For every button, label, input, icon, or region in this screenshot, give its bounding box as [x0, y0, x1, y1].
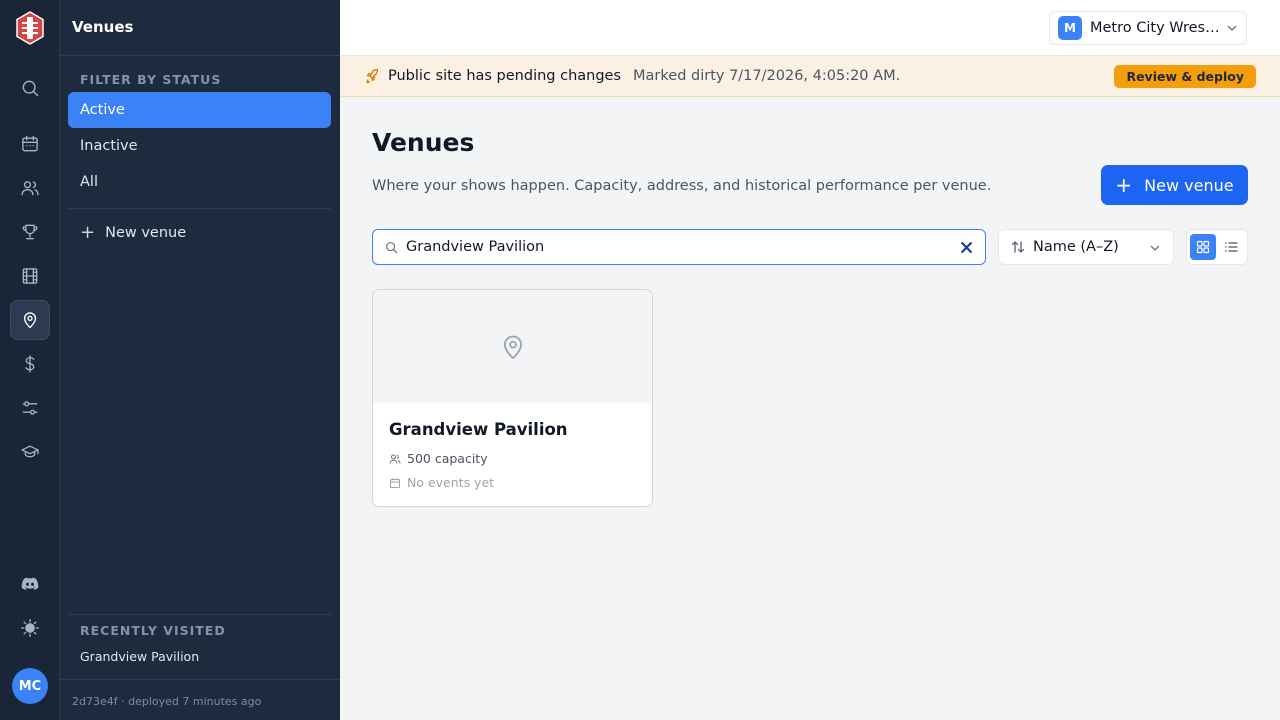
map-pin-icon[interactable] — [10, 300, 50, 340]
sidebar-new-venue-label: New venue — [105, 225, 187, 241]
page-title: Venues — [372, 128, 475, 157]
sidebar-title: Venues — [72, 18, 134, 36]
org-name: Metro City Wrestling — [1090, 20, 1220, 36]
search-icon — [385, 241, 398, 253]
rocket-icon — [366, 68, 379, 84]
users-icon[interactable] — [10, 168, 50, 208]
list-view-button[interactable] — [1218, 234, 1244, 260]
grid-icon — [1196, 240, 1210, 254]
venues-sidebar: Venues FILTER BY STATUS Active Inactive … — [60, 0, 340, 720]
deploy-footer: 2d73e4f · deployed 7 minutes ago — [72, 695, 262, 708]
discord-icon[interactable] — [10, 564, 50, 604]
sliders-icon[interactable] — [10, 388, 50, 428]
filter-all[interactable]: All — [68, 164, 331, 200]
filter-heading: FILTER BY STATUS — [80, 72, 222, 87]
map-pin-icon — [503, 335, 522, 359]
venue-card[interactable]: Grandview Pavilion 500 capacity No event… — [372, 289, 653, 507]
sort-select[interactable]: Name (A–Z) — [998, 229, 1174, 265]
trophy-icon[interactable] — [10, 212, 50, 252]
venue-capacity-text: 500 capacity — [407, 451, 488, 466]
plus-icon: + — [1115, 173, 1133, 197]
app-logo-icon[interactable] — [15, 11, 45, 45]
grid-view-button[interactable] — [1190, 234, 1216, 260]
new-venue-button[interactable]: + New venue — [1101, 165, 1248, 205]
user-avatar[interactable]: MC — [12, 668, 48, 704]
sidebar-divider — [60, 55, 340, 56]
filter-active[interactable]: Active — [68, 92, 331, 128]
new-venue-label: New venue — [1144, 175, 1234, 195]
venue-card-image — [373, 290, 652, 403]
venue-name: Grandview Pavilion — [389, 420, 568, 439]
icon-rail: MC — [0, 0, 60, 720]
sidebar-divider — [68, 614, 331, 615]
pending-changes-banner: Public site has pending changes Marked d… — [340, 56, 1280, 97]
sidebar-divider — [68, 208, 331, 209]
sort-label: Name (A–Z) — [1033, 239, 1119, 255]
recent-heading: RECENTLY VISITED — [80, 623, 226, 638]
venue-events: No events yet — [389, 475, 494, 490]
page-subtitle: Where your shows happen. Capacity, addre… — [372, 178, 992, 194]
chevron-down-icon — [1150, 245, 1160, 251]
users-icon — [389, 454, 401, 464]
top-bar: M Metro City Wrestling — [340, 0, 1280, 56]
venue-capacity: 500 capacity — [389, 451, 488, 466]
sidebar-divider — [60, 679, 340, 680]
venue-events-text: No events yet — [407, 475, 495, 490]
list-icon — [1224, 242, 1238, 252]
close-icon[interactable] — [960, 241, 973, 254]
search-icon[interactable] — [10, 68, 50, 108]
recent-item-grandview[interactable]: Grandview Pavilion — [80, 649, 199, 664]
search-input[interactable] — [406, 239, 946, 255]
view-toggle — [1186, 229, 1248, 265]
sidebar-new-venue-button[interactable]: + New venue — [80, 224, 186, 242]
sun-icon[interactable] — [10, 608, 50, 648]
sort-icon — [1011, 241, 1025, 253]
calendar-icon[interactable] — [10, 124, 50, 164]
plus-icon: + — [80, 222, 96, 243]
search-box[interactable] — [372, 229, 986, 265]
review-deploy-button[interactable]: Review & deploy — [1114, 65, 1256, 88]
banner-meta: Marked dirty 7/17/2026, 4:05:20 AM. — [633, 68, 901, 84]
dollar-icon[interactable] — [10, 344, 50, 384]
org-switcher[interactable]: M Metro City Wrestling — [1049, 11, 1247, 45]
film-icon[interactable] — [10, 256, 50, 296]
banner-title: Public site has pending changes — [388, 68, 622, 84]
org-badge: M — [1058, 16, 1082, 40]
filter-inactive[interactable]: Inactive — [68, 128, 331, 164]
calendar-icon — [390, 477, 400, 488]
graduation-cap-icon[interactable] — [10, 432, 50, 472]
chevron-down-icon — [1227, 25, 1237, 31]
